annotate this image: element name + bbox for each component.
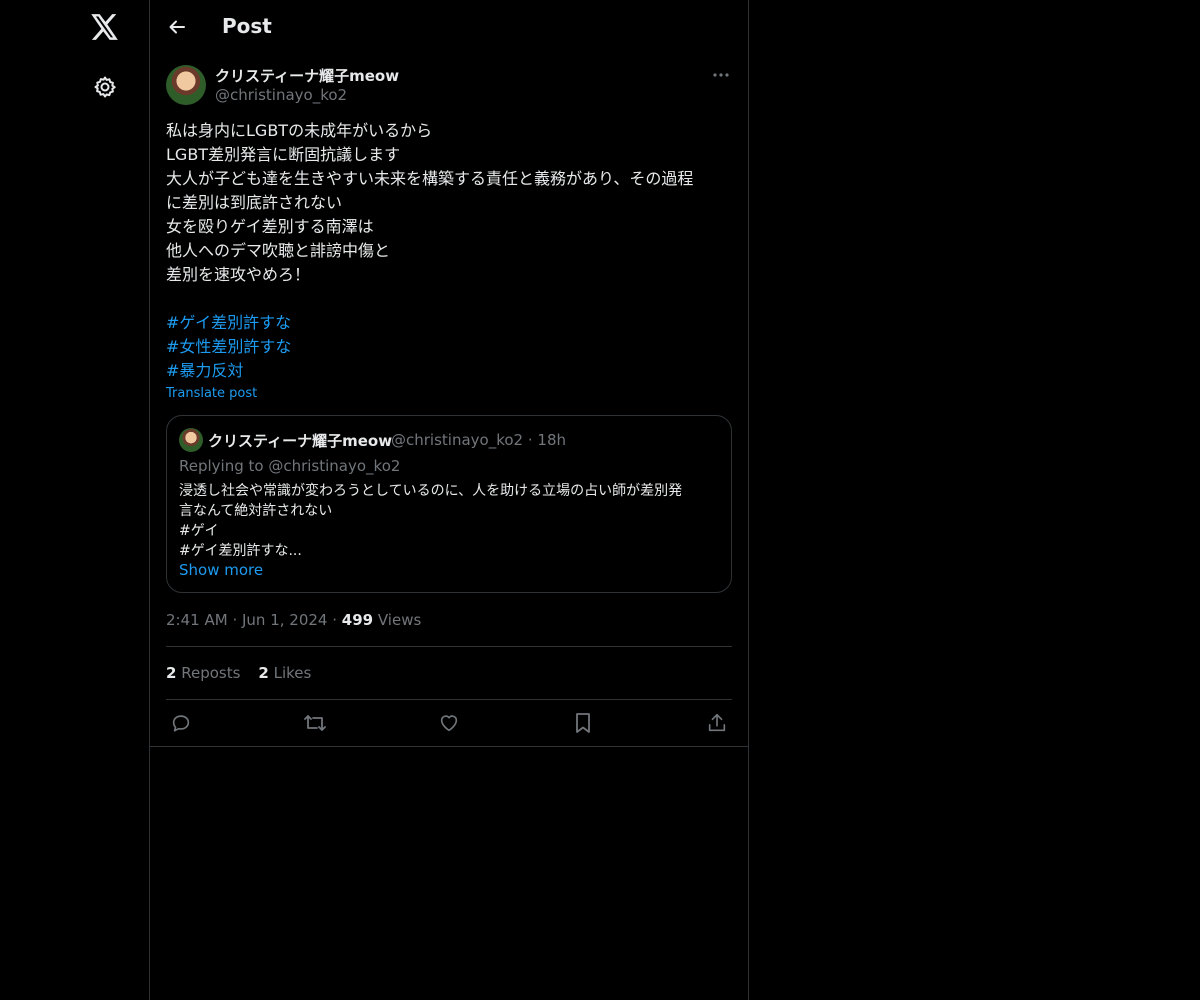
reply-icon[interactable] — [168, 710, 194, 736]
post-text-line: に差別は到底許されない — [166, 193, 343, 212]
share-icon[interactable] — [704, 710, 730, 736]
separator: · — [527, 431, 538, 449]
post-text-line: 私は身内にLGBTの未成年がいるから — [166, 121, 433, 140]
avatar — [179, 428, 203, 452]
likes-count: 2 — [258, 664, 269, 682]
quote-text-line: 浸透し社会や常識が変わろうとしているのに、人を助ける立場の占い師が差別発 — [179, 483, 683, 499]
post-text-line: LGBT差別発言に断固抗議します — [166, 145, 401, 164]
post-text-line: 差別を速攻やめろ！ — [166, 265, 311, 284]
reposts-count: 2 — [166, 664, 177, 682]
left-nav — [0, 0, 150, 1000]
hashtag-link[interactable]: #女性差別許すな — [166, 335, 736, 359]
divider — [166, 646, 732, 647]
quote-text-line: #ゲイ — [179, 523, 219, 539]
avatar[interactable] — [166, 65, 206, 105]
post-text-line: 大人が子ども達を生きやすい未来を構築する責任と義務があり、その過程 — [166, 169, 694, 188]
quote-meta: @christinayo_ko2 · 18h — [391, 431, 566, 449]
header: Post — [150, 0, 748, 54]
hashtag-link[interactable]: #ゲイ差別許すな — [166, 311, 736, 335]
author-name[interactable]: クリスティーナ耀子meow — [215, 65, 399, 86]
translate-post-link[interactable]: Translate post — [166, 386, 257, 401]
quote-author-name: クリスティーナ耀子meow — [208, 432, 393, 450]
post-stats: 2 Reposts 2 Likes — [166, 664, 311, 682]
author-handle[interactable]: @christinayo_ko2 — [215, 86, 347, 104]
quote-age: 18h — [537, 431, 566, 449]
x-logo-icon[interactable] — [89, 11, 121, 43]
hashtag-link[interactable]: #暴力反対 — [166, 359, 736, 383]
views-count: 499 — [341, 611, 374, 629]
quote-text: 浸透し社会や常識が変わろうとしているのに、人を助ける立場の占い師が差別発 言なん… — [179, 481, 723, 561]
post-text: 私は身内にLGBTの未成年がいるから LGBT差別発言に断固抗議します 大人が子… — [166, 119, 736, 383]
post-timestamp: 2:41 AM · Jun 1, 2024 · 499 Views — [166, 611, 421, 629]
show-more-link[interactable]: Show more — [179, 561, 263, 579]
likes-stat[interactable]: 2 Likes — [258, 664, 311, 682]
action-bar — [150, 700, 748, 746]
more-horizontal-icon[interactable] — [706, 62, 736, 88]
bookmark-icon[interactable] — [570, 710, 596, 736]
reposts-stat[interactable]: 2 Reposts — [166, 664, 240, 682]
post-time[interactable]: 2:41 AM — [166, 611, 228, 629]
post-text-line: 女を殴りゲイ差別する南澤は — [166, 217, 374, 236]
like-icon[interactable] — [436, 710, 462, 736]
reposts-label: Reposts — [181, 664, 241, 682]
post-date[interactable]: Jun 1, 2024 — [242, 611, 327, 629]
post-text-line: 他人へのデマ吹聴と誹謗中傷と — [166, 241, 391, 260]
post-column: Post クリスティーナ耀子meow @christinayo_ko2 私は身内… — [149, 0, 749, 1000]
quote-text-line: 言なんて絶対許されない — [179, 503, 333, 519]
separator: · — [232, 611, 242, 629]
quote-text-line: #ゲイ差別許すな... — [179, 543, 302, 559]
arrow-left-icon[interactable] — [164, 14, 190, 40]
gear-icon[interactable] — [91, 73, 119, 101]
quote-author-handle: @christinayo_ko2 — [391, 431, 524, 449]
repost-icon[interactable] — [302, 710, 328, 736]
page-title: Post — [222, 14, 272, 38]
views-label: Views — [377, 611, 422, 629]
separator: · — [332, 611, 342, 629]
likes-label: Likes — [273, 664, 312, 682]
replying-to: Replying to @christinayo_ko2 — [179, 457, 401, 475]
divider — [150, 746, 748, 747]
quoted-post[interactable]: クリスティーナ耀子meow @christinayo_ko2 · 18h Rep… — [166, 415, 732, 593]
